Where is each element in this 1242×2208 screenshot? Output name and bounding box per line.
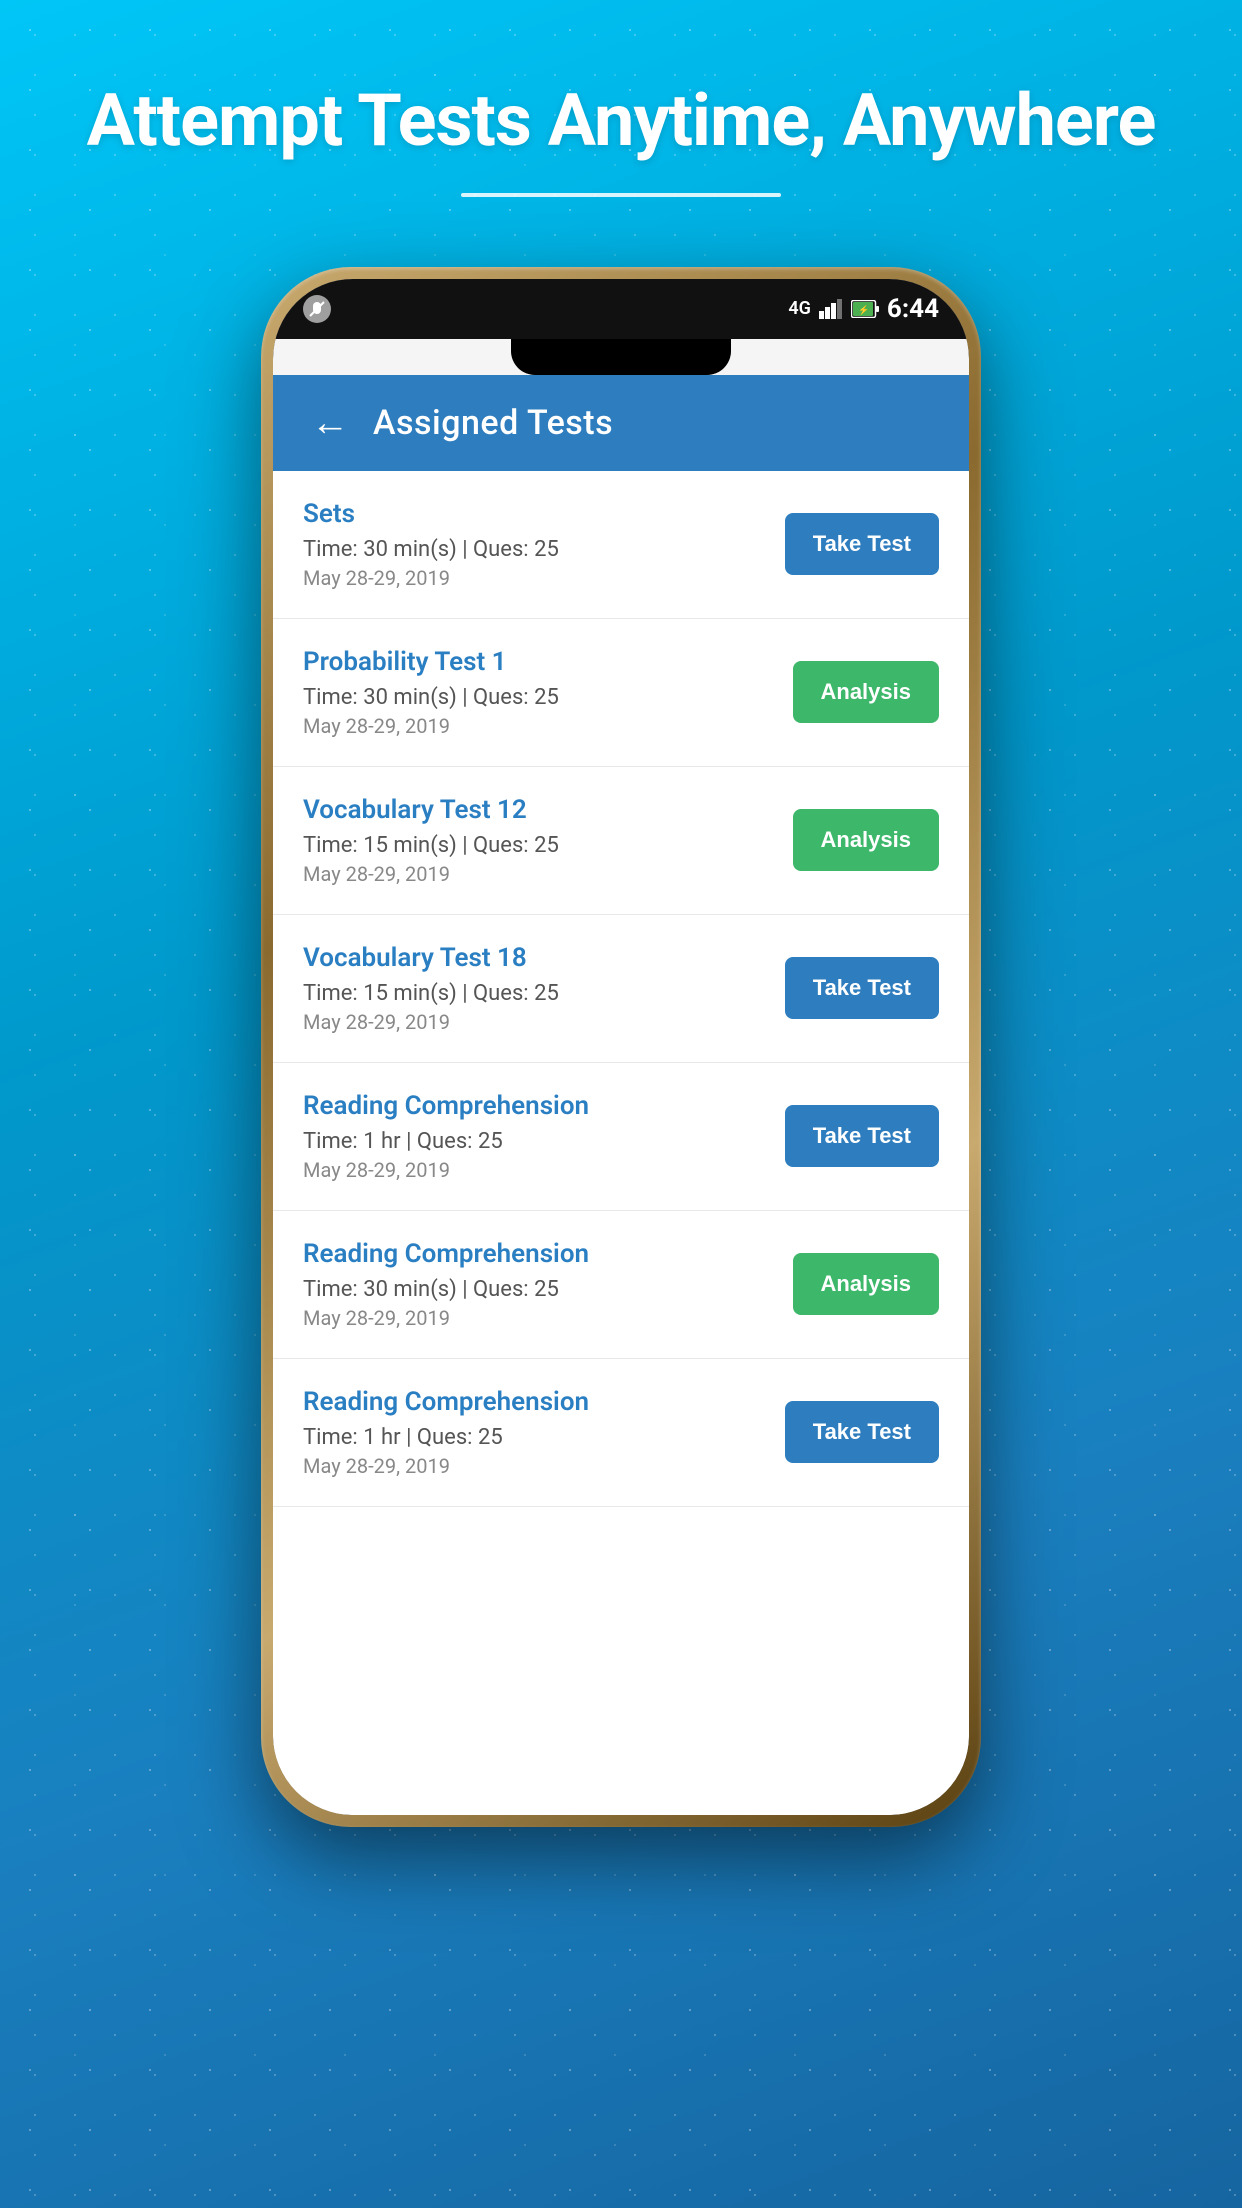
phone-screen: 4G ⚡ 6:44 xyxy=(273,279,969,1815)
test-name-3: Vocabulary Test 12 xyxy=(303,795,773,825)
test-date-6: May 28-29, 2019 xyxy=(303,1306,773,1330)
test-name-4: Vocabulary Test 18 xyxy=(303,943,765,973)
test-meta-6: Time: 30 min(s) | Ques: 25 xyxy=(303,1277,773,1302)
test-item-3: Vocabulary Test 12 Time: 15 min(s) | Que… xyxy=(273,767,969,915)
mute-icon xyxy=(303,295,331,323)
test-info-1: Sets Time: 30 min(s) | Ques: 25 May 28-2… xyxy=(303,499,785,590)
test-name-7: Reading Comprehension xyxy=(303,1387,765,1417)
test-date-5: May 28-29, 2019 xyxy=(303,1158,765,1182)
test-meta-5: Time: 1 hr | Ques: 25 xyxy=(303,1129,765,1154)
test-meta-7: Time: 1 hr | Ques: 25 xyxy=(303,1425,765,1450)
test-date-7: May 28-29, 2019 xyxy=(303,1454,765,1478)
phone-mockup: 4G ⚡ 6:44 xyxy=(261,267,981,1827)
svg-text:⚡: ⚡ xyxy=(858,304,869,316)
test-item-5: Reading Comprehension Time: 1 hr | Ques:… xyxy=(273,1063,969,1211)
test-item-6: Reading Comprehension Time: 30 min(s) | … xyxy=(273,1211,969,1359)
test-info-5: Reading Comprehension Time: 1 hr | Ques:… xyxy=(303,1091,785,1182)
take-test-button-1[interactable]: Take Test xyxy=(785,513,939,575)
test-name-1: Sets xyxy=(303,499,765,529)
signal-indicator: 4G xyxy=(788,298,811,319)
status-left xyxy=(303,295,331,323)
test-info-3: Vocabulary Test 12 Time: 15 min(s) | Que… xyxy=(303,795,793,886)
analysis-button-2[interactable]: Analysis xyxy=(793,661,940,723)
take-test-button-7[interactable]: Take Test xyxy=(785,1401,939,1463)
test-name-2: Probability Test 1 xyxy=(303,647,773,677)
phone-outer-frame: 4G ⚡ 6:44 xyxy=(261,267,981,1827)
header-divider xyxy=(461,193,781,197)
test-date-3: May 28-29, 2019 xyxy=(303,862,773,886)
app-bar-title: Assigned Tests xyxy=(373,403,613,443)
test-item-4: Vocabulary Test 18 Time: 15 min(s) | Que… xyxy=(273,915,969,1063)
test-info-2: Probability Test 1 Time: 30 min(s) | Que… xyxy=(303,647,793,738)
take-test-button-4[interactable]: Take Test xyxy=(785,957,939,1019)
back-button[interactable]: ← xyxy=(303,393,357,453)
notch xyxy=(511,339,731,375)
status-right: 4G ⚡ 6:44 xyxy=(788,294,939,324)
phone-inner-frame: 4G ⚡ 6:44 xyxy=(273,279,969,1815)
analysis-button-6[interactable]: Analysis xyxy=(793,1253,940,1315)
test-info-6: Reading Comprehension Time: 30 min(s) | … xyxy=(303,1239,793,1330)
test-item-7: Reading Comprehension Time: 1 hr | Ques:… xyxy=(273,1359,969,1507)
test-item-2: Probability Test 1 Time: 30 min(s) | Que… xyxy=(273,619,969,767)
take-test-button-5[interactable]: Take Test xyxy=(785,1105,939,1167)
status-time: 6:44 xyxy=(887,294,939,324)
test-item-1: Sets Time: 30 min(s) | Ques: 25 May 28-2… xyxy=(273,471,969,619)
test-info-7: Reading Comprehension Time: 1 hr | Ques:… xyxy=(303,1387,785,1478)
test-date-2: May 28-29, 2019 xyxy=(303,714,773,738)
app-bar: ← Assigned Tests xyxy=(273,375,969,471)
test-meta-4: Time: 15 min(s) | Ques: 25 xyxy=(303,981,765,1006)
test-meta-3: Time: 15 min(s) | Ques: 25 xyxy=(303,833,773,858)
test-meta-2: Time: 30 min(s) | Ques: 25 xyxy=(303,685,773,710)
analysis-button-3[interactable]: Analysis xyxy=(793,809,940,871)
test-info-4: Vocabulary Test 18 Time: 15 min(s) | Que… xyxy=(303,943,785,1034)
test-name-6: Reading Comprehension xyxy=(303,1239,773,1269)
test-date-1: May 28-29, 2019 xyxy=(303,566,765,590)
test-list: Sets Time: 30 min(s) | Ques: 25 May 28-2… xyxy=(273,471,969,1815)
test-meta-1: Time: 30 min(s) | Ques: 25 xyxy=(303,537,765,562)
page-header: Attempt Tests Anytime, Anywhere xyxy=(0,0,1242,227)
test-date-4: May 28-29, 2019 xyxy=(303,1010,765,1034)
page-background-title: Attempt Tests Anytime, Anywhere xyxy=(60,80,1182,163)
status-bar: 4G ⚡ 6:44 xyxy=(273,279,969,339)
battery-icon: ⚡ xyxy=(851,300,879,318)
signal-bars-icon xyxy=(819,299,843,319)
test-name-5: Reading Comprehension xyxy=(303,1091,765,1121)
